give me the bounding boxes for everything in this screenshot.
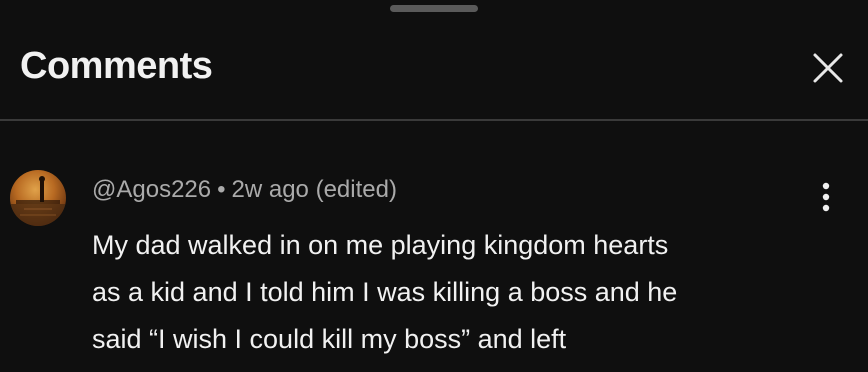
comment-author[interactable]: @Agos226 [92,176,211,203]
close-button[interactable] [806,46,850,90]
avatar-image [10,176,66,226]
sheet-title: Comments [20,45,213,87]
comments-sheet: Comments @Agos226 • 2w ago (edited) My dad… [0,0,868,372]
comment-line: said “I wish I could kill my boss” and l… [92,324,567,354]
close-icon [813,53,843,83]
drag-handle[interactable] [390,5,478,12]
comment-meta: @Agos226 • 2w ago (edited) [92,174,397,206]
avatar[interactable] [10,170,66,226]
meta-separator: • [217,176,226,203]
comment-text: My dad walked in on me playing kingdom h… [92,222,822,363]
comment-time: 2w ago [231,176,309,203]
more-vert-icon [822,182,830,212]
more-options-button[interactable] [808,176,844,220]
header-divider [0,119,868,121]
edited-label: (edited) [315,176,397,203]
comment-line: My dad walked in on me playing kingdom h… [92,230,669,260]
comment-line: as a kid and I told him I was killing a … [92,277,678,307]
